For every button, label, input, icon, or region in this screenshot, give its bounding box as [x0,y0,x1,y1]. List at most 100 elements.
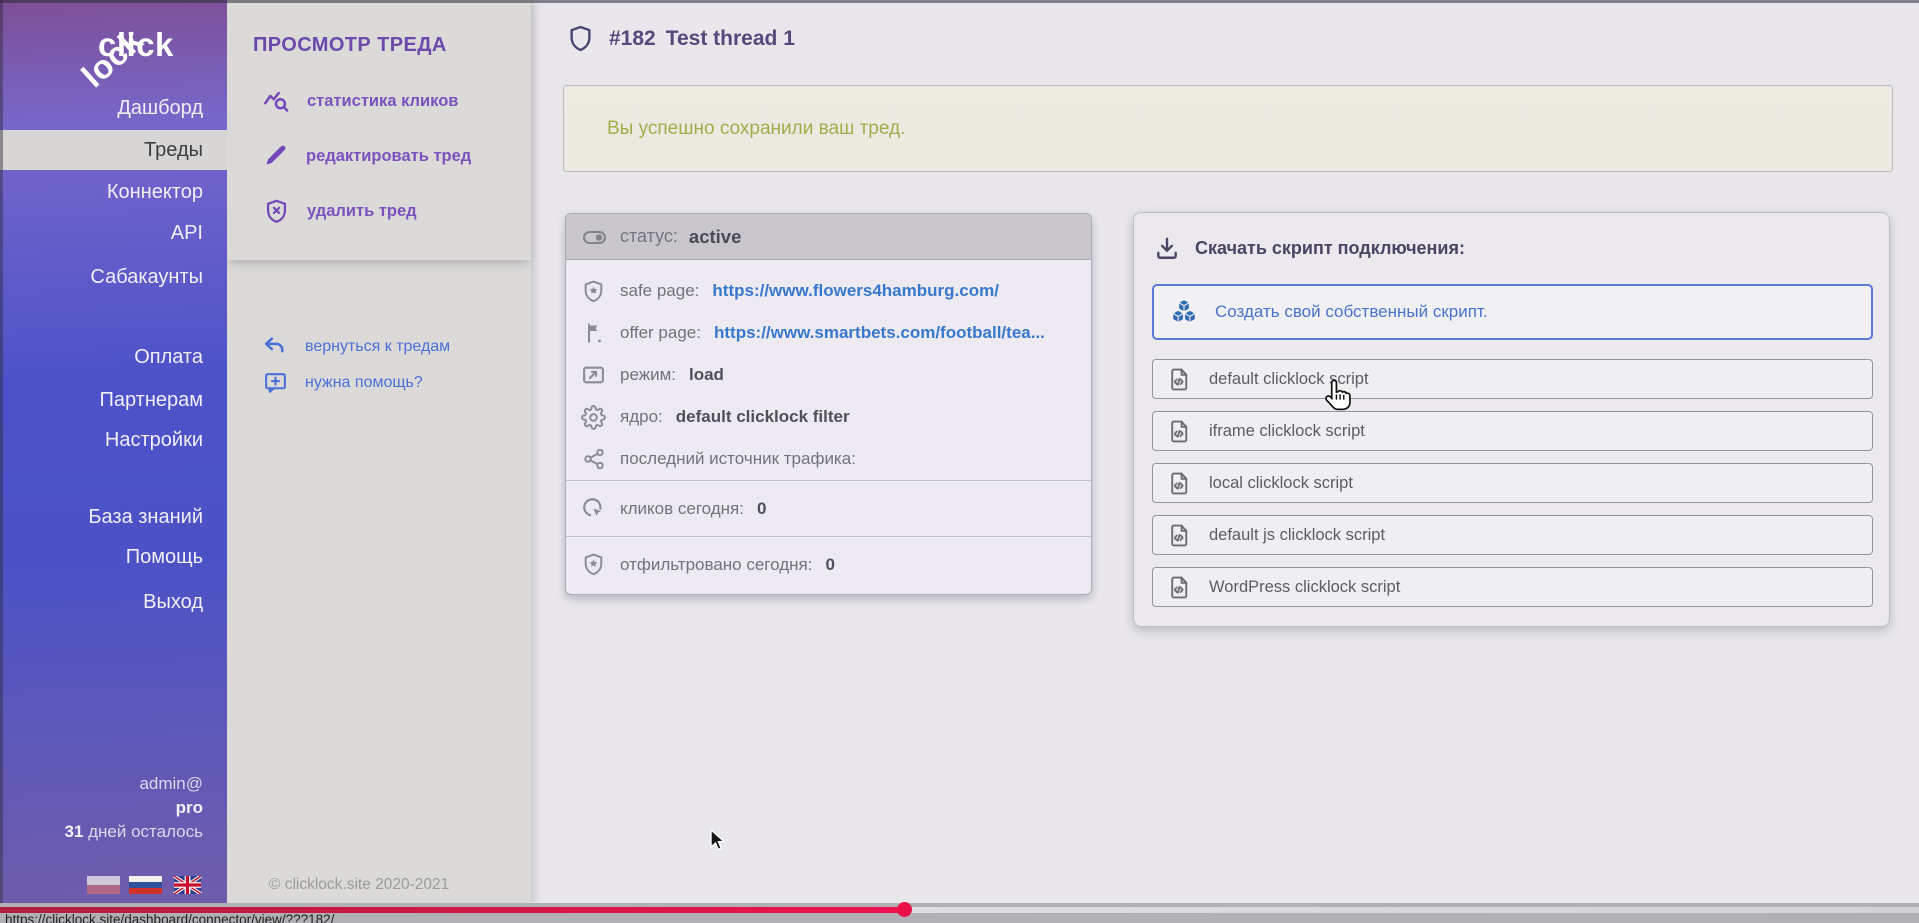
need-help-label: нужна помощь? [305,374,423,392]
sidebar-item-api[interactable]: API [0,213,227,253]
browser-status-url: https://clicklock.site/dashboard/connect… [5,912,334,923]
file-code-icon [1167,523,1192,548]
sidebar-item-threads[interactable]: Треды [0,130,227,170]
safe-page-label: safe page: [620,281,699,301]
clicks-today-label: кликов сегодня: [620,499,744,519]
script-label: default js clicklock script [1209,526,1385,545]
status-header: статус: active [566,214,1091,260]
page-title: #182 Test thread 1 [609,27,795,51]
last-traffic-source-label: последний источник трафика: [620,449,856,469]
flag-icon [580,321,607,345]
core-row: ядро: default clicklock filter [566,396,1091,438]
days-text: дней осталось [83,822,203,841]
copyright: © clicklock.site 2020-2021 [269,876,449,894]
days-left: 31 дней осталось [64,820,203,844]
filtered-today-row: отфильтровано сегодня: 0 [566,536,1091,592]
create-own-script-button[interactable]: Создать свой собственный скрипт. [1152,284,1873,340]
offer-page-row: offer page: https://www.smartbets.com/fo… [566,312,1091,354]
iframe-clicklock-script-button[interactable]: iframe clicklock script [1152,411,1873,451]
clicks-today-row: кликов сегодня: 0 [566,480,1091,536]
thread-id: #182 [609,27,656,50]
mode-label: режим: [620,365,676,385]
download-icon [1154,235,1180,261]
file-code-icon [1167,419,1192,444]
uk-flag[interactable] [171,876,204,894]
download-script-header: Скачать скрипт подключения: [1154,235,1465,261]
comment-plus-icon [263,370,288,395]
sidebar-item-knowledge-base[interactable]: База знаний [0,497,227,537]
mode-value: load [689,365,724,385]
user-plan: pro [64,796,203,820]
create-own-script-label: Создать свой собственный скрипт. [1215,302,1488,322]
clicks-today-value: 0 [757,499,766,519]
click-stats-label: статистика кликов [307,92,458,111]
sidebar-item-partners[interactable]: Партнерам [0,380,227,420]
default-js-clicklock-script-button[interactable]: default js clicklock script [1152,515,1873,555]
script-label: iframe clicklock script [1209,422,1365,441]
user-email: admin@ [64,772,203,796]
back-to-threads-link[interactable]: вернуться к тредам [263,334,450,359]
status-value: active [689,226,741,248]
sidebar-item-payment[interactable]: Оплата [0,337,227,377]
top-edge [0,0,1919,3]
russian-flag[interactable] [129,876,162,894]
download-script-card: Скачать скрипт подключения: Создать свой… [1133,212,1890,627]
edit-thread-action[interactable]: редактировать тред [263,143,471,169]
filtered-today-label: отфильтровано сегодня: [620,555,812,575]
video-playhead[interactable] [897,902,912,917]
file-code-icon [1167,471,1192,496]
shield-star-icon [580,552,607,577]
pencil-icon [263,143,289,169]
main-content: #182 Test thread 1 Вы успешно сохранили в… [531,0,1919,903]
shield-star-icon [580,279,607,304]
thread-status-card: статус: active safe page: https://www.fl… [565,213,1092,595]
status-rows: safe page: https://www.flowers4hamburg.c… [566,260,1091,480]
file-code-icon [1167,367,1192,392]
filtered-today-value: 0 [825,555,834,575]
local-clicklock-script-button[interactable]: local clicklock script [1152,463,1873,503]
script-label: default clicklock script [1209,370,1369,389]
click-stats-action[interactable]: статистика кликов [263,88,458,115]
language-switcher [87,876,204,894]
shield-icon [568,24,593,53]
wordpress-clicklock-script-button[interactable]: WordPress clicklock script [1152,567,1873,607]
sidebar-item-logout[interactable]: Выход [0,582,227,622]
file-code-icon [1167,575,1192,600]
screen-arrow-icon [580,363,607,388]
core-value: default clicklock filter [676,407,850,427]
share-icon [580,447,607,471]
status-label: статус: [620,226,678,247]
offer-page-label: offer page: [620,323,701,343]
edit-thread-label: редактировать тред [306,147,471,166]
gear-icon [580,405,607,430]
undo-icon [263,334,288,359]
click-icon [580,496,607,522]
polish-flag[interactable] [87,876,120,894]
script-label: WordPress clicklock script [1209,578,1400,597]
sidebar-item-dashboard[interactable]: Дашборд [0,88,227,128]
safe-page-link[interactable]: https://www.flowers4hamburg.com/ [712,281,999,301]
left-edge [0,0,3,903]
toggle-on-icon [580,225,609,249]
success-alert: Вы успешно сохранили ваш тред. [563,85,1893,172]
offer-page-link[interactable]: https://www.smartbets.com/football/tea..… [714,323,1045,343]
need-help-link[interactable]: нужна помощь? [263,370,423,395]
success-alert-text: Вы успешно сохранили ваш тред. [607,118,905,140]
sidebar-item-subaccounts[interactable]: Сабакаунты [0,257,227,297]
delete-thread-label: удалить тред [307,202,417,221]
last-traffic-source-row: последний источник трафика: [566,438,1091,480]
sidebar-item-connector[interactable]: Коннектор [0,172,227,212]
cubes-icon [1169,297,1199,327]
mode-row: режим: load [566,354,1091,396]
delete-thread-action[interactable]: удалить тред [263,198,417,225]
sidebar-item-help[interactable]: Помощь [0,537,227,577]
default-clicklock-script-button[interactable]: default clicklock script [1152,359,1873,399]
thread-name: Test thread 1 [666,27,795,50]
script-label: local clicklock script [1209,474,1353,493]
sidebar-item-settings[interactable]: Настройки [0,420,227,460]
thread-panel-header-section: ПРОСМОТР ТРЕДА статистика кликов редакти… [227,0,531,260]
thread-title-row: #182 Test thread 1 [568,24,795,53]
safe-page-row: safe page: https://www.flowers4hamburg.c… [566,270,1091,312]
thread-panel: ПРОСМОТР ТРЕДА статистика кликов редакти… [227,0,531,903]
user-block: admin@ pro 31 дней осталось [64,772,203,844]
